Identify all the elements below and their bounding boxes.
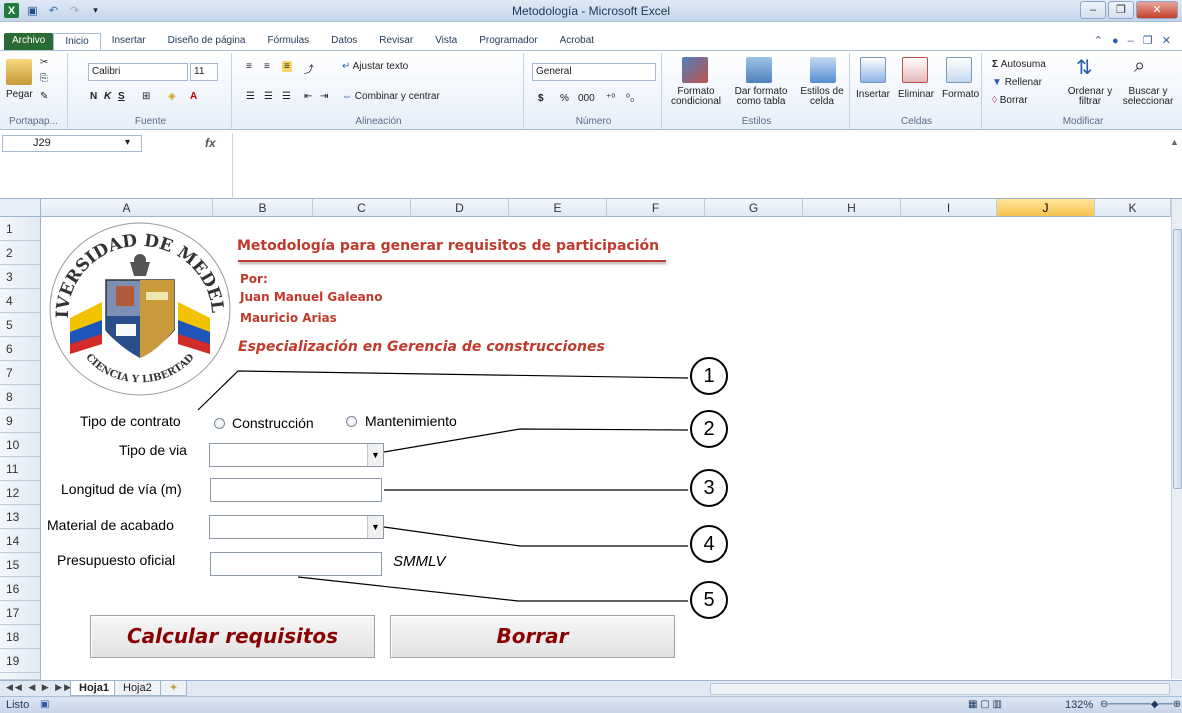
callout-3: 3: [690, 469, 728, 507]
horizontal-scrollbar[interactable]: [710, 683, 1170, 695]
callout-1: 1: [690, 357, 728, 395]
callout-5: 5: [690, 581, 728, 619]
vertical-scrollbar[interactable]: [1171, 199, 1182, 679]
callout-leaders: [197, 370, 689, 602]
zoom-slider[interactable]: ⊖──────◆──⊕: [1100, 699, 1181, 710]
sheet-nav-arrows-icon[interactable]: ◀◀ ◀ ▶ ▶▶: [6, 682, 73, 693]
status-mode: Listo: [6, 699, 30, 711]
sheet-tab-hoja1[interactable]: Hoja1: [70, 681, 118, 696]
status-bar: Listo ▣ ▦ ▢ ▥ 132% ⊖──────◆──⊕: [0, 696, 1182, 713]
callout-4: 4: [690, 525, 728, 563]
vertical-scroll-thumb[interactable]: [1173, 229, 1182, 489]
callout-2: 2: [690, 410, 728, 448]
macro-record-icon[interactable]: ▣: [40, 699, 49, 710]
sheet-tab-bar: ◀◀ ◀ ▶ ▶▶ Hoja1 Hoja2 ✦: [0, 680, 1182, 696]
sheet-tab-hoja2[interactable]: Hoja2: [114, 681, 161, 696]
zoom-level[interactable]: 132%: [1065, 699, 1093, 711]
view-buttons-icon[interactable]: ▦ ▢ ▥: [968, 699, 1002, 710]
insert-sheet-icon[interactable]: ✦: [160, 681, 188, 696]
